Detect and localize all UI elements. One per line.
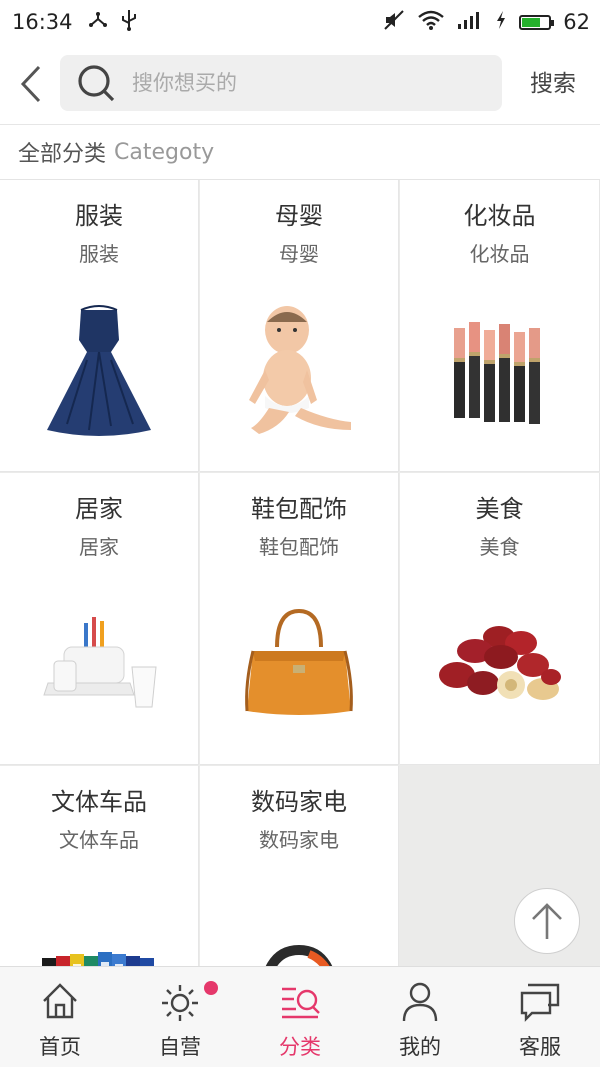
- battery-icon: [519, 14, 555, 30]
- home-icon: [43, 983, 77, 1019]
- bottom-nav: 首页 自营 分类 我的 客服: [0, 966, 600, 1067]
- category-subtitle: 服装: [79, 242, 119, 266]
- category-title: 居家: [75, 495, 123, 523]
- category-grid: 服装 服装 母婴 母婴 化妆品 化妆品 居家 居家 鞋包配饰 鞋包配饰 美食 美…: [0, 180, 600, 966]
- category-cell-baby[interactable]: 母婴 母婴: [200, 180, 399, 472]
- nav-label: 客服: [519, 1035, 561, 1059]
- status-left-icons: [87, 8, 139, 37]
- usb-status-icon: [119, 8, 139, 37]
- sun-icon: [162, 985, 198, 1021]
- status-time: 16:34: [12, 10, 73, 34]
- arrow-up-icon: [532, 903, 562, 939]
- back-to-top-button[interactable]: [514, 888, 580, 954]
- category-subtitle: 美食: [479, 535, 520, 559]
- search-input[interactable]: [130, 70, 484, 96]
- nav-me[interactable]: 我的: [360, 967, 480, 1067]
- notification-dot: [204, 981, 218, 995]
- nav-self-operated[interactable]: 自营: [120, 967, 240, 1067]
- nav-label: 首页: [39, 1035, 81, 1059]
- category-cell-stationery-auto[interactable]: 文体车品 文体车品: [0, 766, 199, 966]
- category-title: 数码家电: [251, 788, 347, 816]
- red-dates-image: [400, 583, 599, 743]
- nav-label: 自营: [159, 1035, 201, 1059]
- category-cell-food[interactable]: 美食 美食: [400, 473, 600, 765]
- signal-icon: [457, 10, 483, 35]
- category-icon: [282, 987, 320, 1019]
- category-cell-clothing[interactable]: 服装 服装: [0, 180, 199, 472]
- user-icon: [402, 982, 438, 1022]
- nav-customer-service[interactable]: 客服: [480, 967, 600, 1067]
- battery-percent: 62: [563, 10, 590, 34]
- category-cell-home[interactable]: 居家 居家: [0, 473, 199, 765]
- nav-label: 我的: [399, 1035, 441, 1059]
- lipstick-image: [400, 290, 599, 450]
- category-cell-cosmetics[interactable]: 化妆品 化妆品: [400, 180, 600, 472]
- category-screen: 16:34 62 搜你想买的 搜索 全部分类 Categoty 服装 服装 母婴…: [0, 0, 600, 1067]
- handbag-image: [200, 583, 398, 743]
- share-status-icon: [87, 8, 109, 37]
- category-title: 鞋包配饰: [251, 495, 347, 523]
- back-arrow-icon: [20, 65, 41, 103]
- category-header: 全部分类 Categoty: [0, 125, 600, 180]
- search-header: 搜索: [0, 44, 600, 125]
- mute-icon: [383, 9, 405, 36]
- back-button[interactable]: [14, 62, 48, 106]
- nav-home[interactable]: 首页: [0, 967, 120, 1067]
- status-right-icons: 62: [383, 0, 590, 44]
- category-subtitle: 母婴: [279, 242, 319, 266]
- binders-image: [0, 894, 198, 966]
- category-title-cn: 全部分类: [18, 142, 107, 167]
- category-subtitle: 居家: [79, 535, 119, 559]
- nav-category[interactable]: 分类: [240, 967, 360, 1067]
- nav-label: 分类: [279, 1035, 321, 1059]
- search-button[interactable]: 搜索: [518, 64, 588, 104]
- category-subtitle: 化妆品: [469, 242, 530, 266]
- dress-image: [0, 290, 198, 450]
- baby-image: [200, 290, 398, 450]
- category-title: 服装: [75, 202, 123, 230]
- wifi-icon: [417, 9, 445, 36]
- search-icon: [74, 61, 118, 105]
- battery-level: [522, 17, 540, 27]
- category-title-en: Categoty: [114, 139, 215, 165]
- chat-icon: [520, 983, 560, 1022]
- category-cell-bags[interactable]: 鞋包配饰 鞋包配饰: [200, 473, 399, 765]
- category-cell-electronics[interactable]: 数码家电 数码家电: [200, 766, 399, 966]
- category-title: 美食: [475, 495, 524, 523]
- category-title: 母婴: [275, 202, 323, 230]
- toothbrush-holder-image: [0, 583, 198, 743]
- category-title: 文体车品: [51, 788, 147, 816]
- status-bar: 16:34 62: [0, 0, 600, 44]
- category-title: 化妆品: [463, 202, 536, 230]
- category-subtitle: 文体车品: [59, 828, 139, 852]
- headphones-image: [200, 894, 398, 966]
- category-subtitle: 数码家电: [259, 828, 339, 852]
- search-box[interactable]: [60, 55, 502, 111]
- category-subtitle: 鞋包配饰: [259, 535, 339, 559]
- charging-icon: [495, 10, 507, 35]
